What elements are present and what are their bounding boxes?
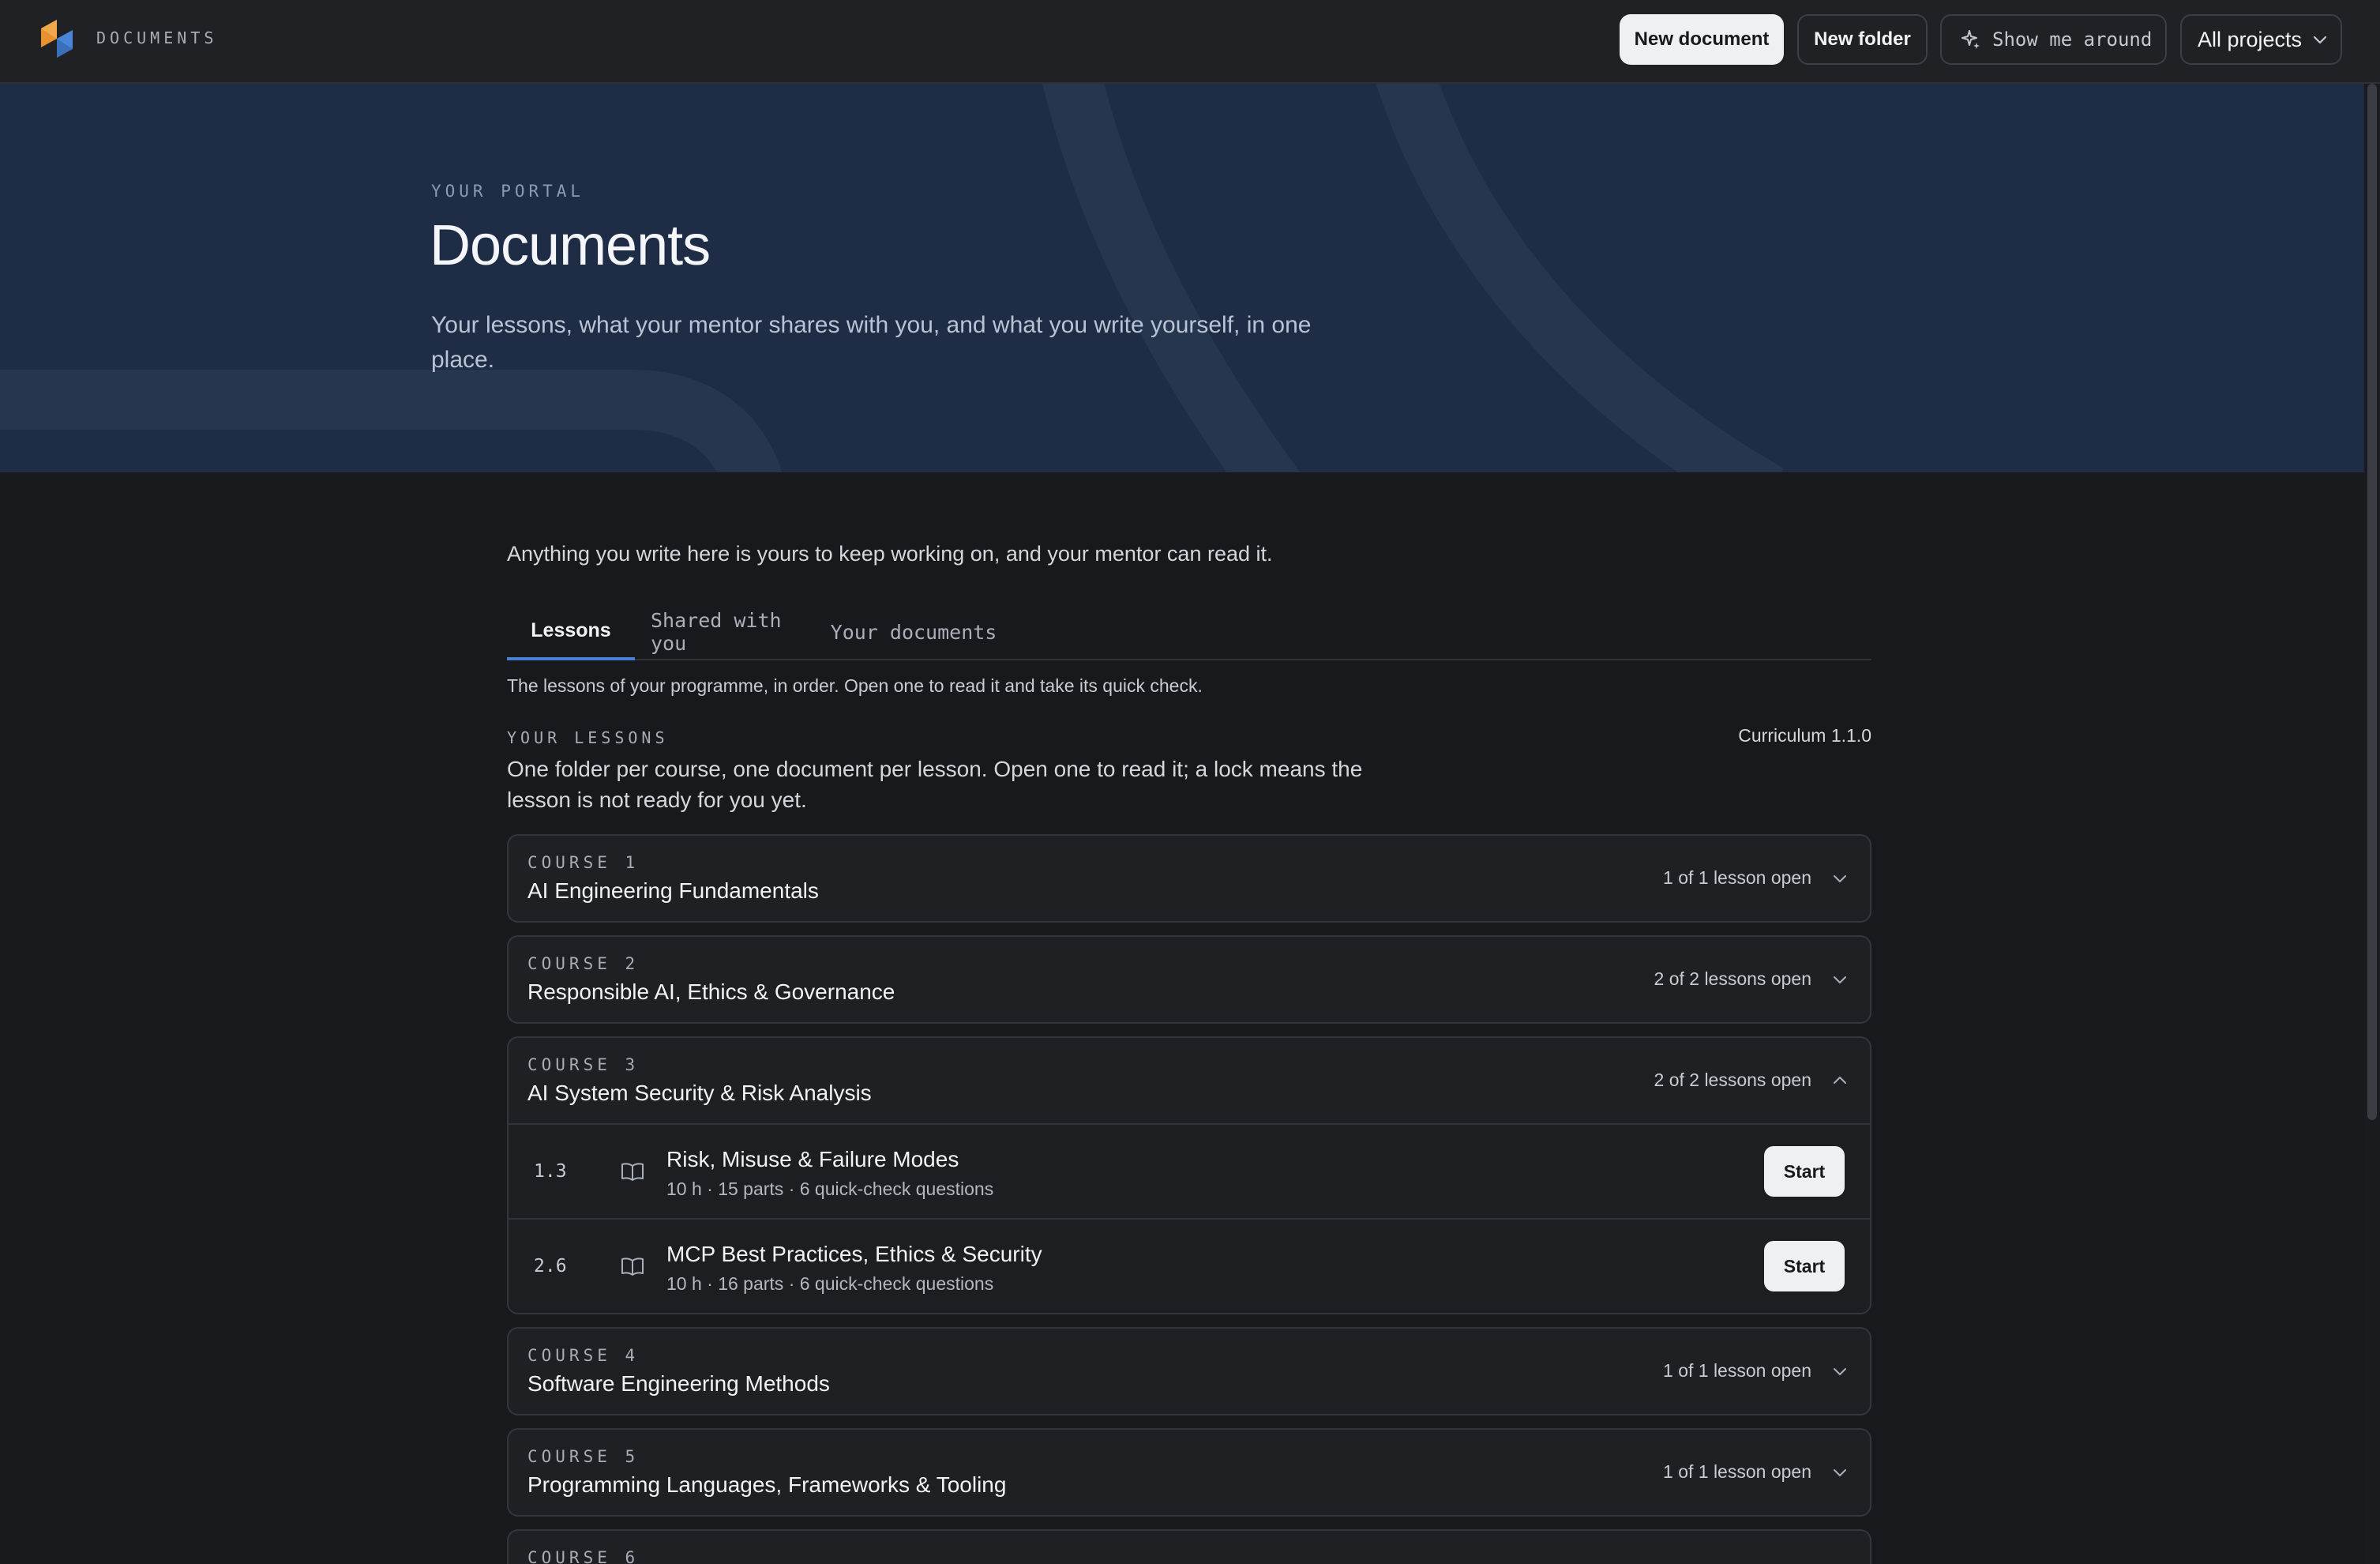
app-logo-icon[interactable] xyxy=(38,17,76,60)
course-card: COURSE 5 Programming Languages, Framewor… xyxy=(507,1428,1871,1517)
course-number: COURSE 2 xyxy=(527,954,640,973)
course-title: AI System Security & Risk Analysis xyxy=(527,1081,872,1105)
tab-lessons[interactable]: Lessons xyxy=(507,603,635,660)
new-folder-button[interactable]: New folder xyxy=(1797,14,1928,65)
course-title: Responsible AI, Ethics & Governance xyxy=(527,979,895,1004)
lesson-title[interactable]: MCP Best Practices, Ethics & Security xyxy=(666,1242,1042,1267)
show-me-around-button[interactable]: Show me around xyxy=(1940,14,2167,65)
sparkle-icon xyxy=(1961,30,1980,49)
hero-subtitle: Your lessons, what your mentor shares wi… xyxy=(431,312,1312,373)
start-lesson-button[interactable]: Start xyxy=(1764,1146,1845,1197)
lesson-meta: 10 h · 16 parts · 6 quick-check question… xyxy=(666,1273,994,1294)
brand-name: DOCUMENTS xyxy=(96,28,218,47)
chevron-up-icon xyxy=(1834,1077,1846,1084)
course-header[interactable]: COURSE 3 AI System Security & Risk Analy… xyxy=(509,1038,1870,1123)
course-card: COURSE 6 xyxy=(507,1529,1871,1564)
course-header[interactable]: COURSE 6 xyxy=(509,1531,1870,1564)
book-icon xyxy=(621,1163,644,1181)
projects-dropdown-label: All projects xyxy=(2198,27,2303,51)
top-bar: DOCUMENTS New document New folder Show m… xyxy=(0,0,2380,84)
projects-dropdown[interactable]: All projects xyxy=(2180,14,2342,65)
course-lesson-count: 1 of 1 lesson open xyxy=(1663,1360,1811,1381)
lesson-number: 1.3 xyxy=(534,1161,567,1182)
scrollbar-thumb[interactable] xyxy=(2367,84,2377,1120)
new-document-button[interactable]: New document xyxy=(1620,14,1784,65)
lesson-row[interactable]: 1.3 Risk, Misuse & Failure Modes 10 h · … xyxy=(509,1123,1870,1218)
course-lesson-count: 1 of 1 lesson open xyxy=(1663,1461,1811,1482)
curriculum-version: Curriculum 1.1.0 xyxy=(1738,725,1871,746)
hero-eyebrow: YOUR PORTAL xyxy=(431,182,585,201)
course-header[interactable]: COURSE 4 Software Engineering Methods 1 … xyxy=(509,1329,1870,1414)
lesson-title[interactable]: Risk, Misuse & Failure Modes xyxy=(666,1147,959,1172)
page-title: Documents xyxy=(430,214,711,277)
course-title: Programming Languages, Frameworks & Tool… xyxy=(527,1472,1007,1497)
tab-description: The lessons of your programme, in order.… xyxy=(507,675,1203,696)
course-title: Software Engineering Methods xyxy=(527,1371,830,1396)
chevron-down-icon xyxy=(1834,875,1846,882)
hero-banner: YOUR PORTAL Documents Your lessons, what… xyxy=(0,84,2380,472)
course-title: AI Engineering Fundamentals xyxy=(527,878,819,903)
course-lesson-count: 2 of 2 lessons open xyxy=(1654,968,1811,989)
tab-shared-with-you[interactable]: Shared with you xyxy=(651,603,815,660)
tab-your-documents[interactable]: Your documents xyxy=(824,603,1003,660)
start-lesson-button[interactable]: Start xyxy=(1764,1241,1845,1291)
lessons-description: One folder per course, one document per … xyxy=(507,757,1363,812)
course-card: COURSE 4 Software Engineering Methods 1 … xyxy=(507,1327,1871,1415)
chevron-down-icon xyxy=(1834,976,1846,983)
chevron-down-icon xyxy=(1834,1469,1846,1476)
chevron-down-icon xyxy=(2313,36,2327,44)
document-tabs: Lessons Shared with you Your documents xyxy=(507,603,1871,660)
lesson-meta: 10 h · 15 parts · 6 quick-check question… xyxy=(666,1179,994,1199)
chevron-down-icon xyxy=(1834,1368,1846,1375)
course-lesson-count: 1 of 1 lesson open xyxy=(1663,867,1811,888)
intro-text: Anything you write here is yours to keep… xyxy=(507,542,1273,566)
course-number: COURSE 3 xyxy=(527,1055,640,1074)
course-card: COURSE 3 AI System Security & Risk Analy… xyxy=(507,1036,1871,1314)
lessons-eyebrow: YOUR LESSONS xyxy=(507,728,669,747)
course-header[interactable]: COURSE 2 Responsible AI, Ethics & Govern… xyxy=(509,937,1870,1022)
course-lesson-count: 2 of 2 lessons open xyxy=(1654,1070,1811,1090)
course-number: COURSE 5 xyxy=(527,1447,640,1466)
course-number: COURSE 4 xyxy=(527,1346,640,1365)
course-number: COURSE 1 xyxy=(527,853,640,872)
course-card: COURSE 2 Responsible AI, Ethics & Govern… xyxy=(507,935,1871,1024)
lesson-row[interactable]: 2.6 MCP Best Practices, Ethics & Securit… xyxy=(509,1218,1870,1313)
course-number: COURSE 6 xyxy=(527,1548,640,1564)
lesson-number: 2.6 xyxy=(534,1256,567,1276)
course-header[interactable]: COURSE 1 AI Engineering Fundamentals 1 o… xyxy=(509,836,1870,921)
hero-decoration xyxy=(0,84,1785,472)
show-me-around-label: Show me around xyxy=(1992,28,2153,51)
book-icon xyxy=(621,1258,644,1276)
course-card: COURSE 1 AI Engineering Fundamentals 1 o… xyxy=(507,834,1871,923)
course-header[interactable]: COURSE 5 Programming Languages, Framewor… xyxy=(509,1430,1870,1515)
